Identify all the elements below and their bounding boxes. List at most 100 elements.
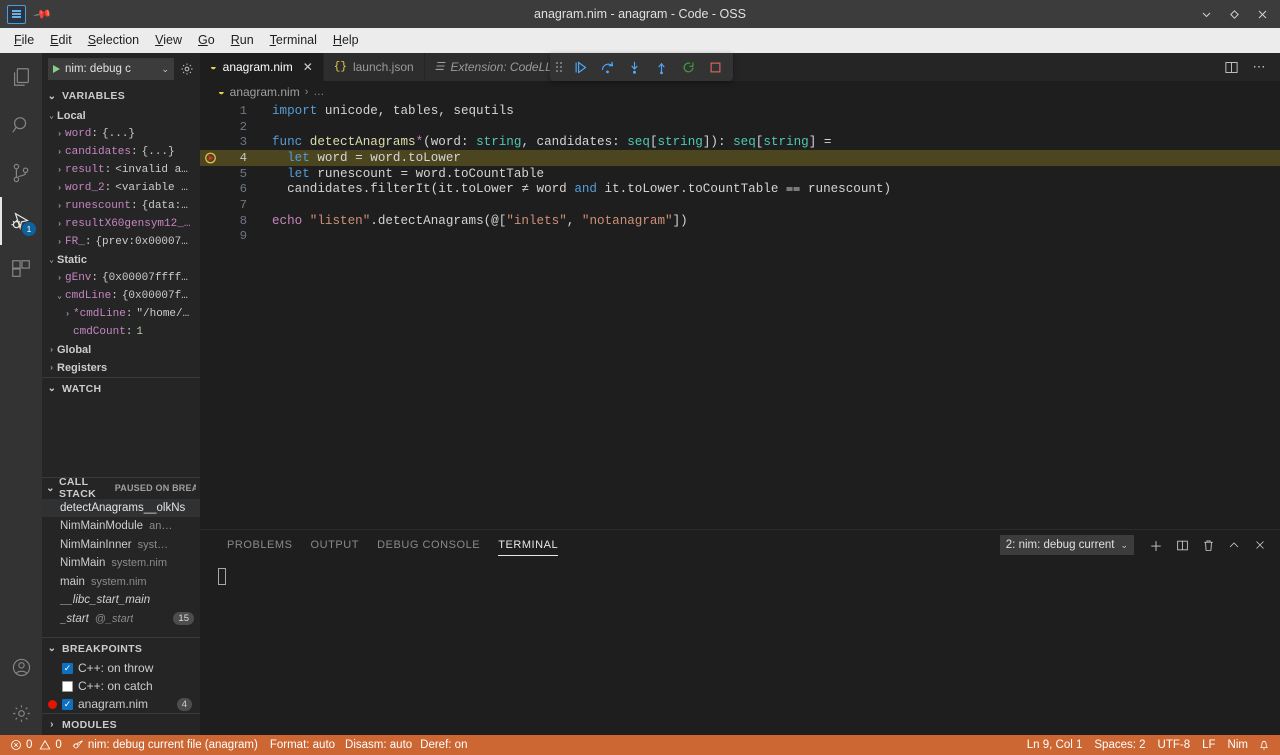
status-deref[interactable]: Deref: on bbox=[416, 735, 471, 755]
line-number-gutter[interactable]: 6 bbox=[200, 182, 262, 196]
grip-icon[interactable] bbox=[554, 62, 567, 72]
callstack-pane-header[interactable]: ⌄ CALL STACK PAUSED ON BREAKPOI bbox=[42, 476, 200, 500]
line-number-gutter[interactable]: 3 bbox=[200, 135, 262, 149]
chevron-right-icon[interactable]: › bbox=[54, 184, 65, 193]
tab-launch-json[interactable]: {} launch.json bbox=[323, 53, 425, 81]
variable-row[interactable]: ⌄ cmdLine: {0x00007f… bbox=[42, 287, 200, 305]
code-line[interactable]: 1 import unicode, tables, sequtils bbox=[200, 103, 1280, 119]
variable-row[interactable]: ⌄ Static bbox=[42, 251, 200, 269]
play-icon[interactable] bbox=[53, 65, 60, 73]
bell-icon[interactable] bbox=[1254, 735, 1274, 755]
status-encoding[interactable]: UTF-8 bbox=[1152, 735, 1197, 755]
step-into-icon[interactable] bbox=[621, 53, 648, 81]
line-number-gutter[interactable]: 2 bbox=[200, 120, 262, 134]
stop-icon[interactable] bbox=[702, 53, 729, 81]
activity-source-control[interactable] bbox=[0, 149, 42, 197]
line-number-gutter[interactable]: 5 bbox=[200, 167, 262, 181]
continue-icon[interactable] bbox=[567, 53, 594, 81]
menu-file[interactable]: File bbox=[6, 30, 42, 52]
code-line[interactable]: 4 let word = word.toLower bbox=[200, 150, 1280, 166]
breakpoint-arrow-icon[interactable] bbox=[205, 152, 216, 164]
menu-run[interactable]: Run bbox=[223, 30, 262, 52]
chevron-down-icon[interactable]: ⌄ bbox=[1120, 540, 1128, 551]
chevron-up-icon[interactable] bbox=[1222, 533, 1246, 557]
menu-terminal[interactable]: Terminal bbox=[262, 30, 325, 52]
chevron-down-icon[interactable]: ⌄ bbox=[161, 64, 169, 75]
chevron-right-icon[interactable]: › bbox=[54, 202, 65, 211]
status-cursor-position[interactable]: Ln 9, Col 1 bbox=[1021, 735, 1089, 755]
variable-row[interactable]: cmdCount:1 bbox=[42, 323, 200, 341]
split-icon[interactable] bbox=[1170, 533, 1194, 557]
chevron-right-icon[interactable]: › bbox=[54, 148, 65, 157]
status-format[interactable]: Format: auto bbox=[264, 735, 341, 755]
minimize-icon[interactable] bbox=[1192, 0, 1220, 28]
line-number-gutter[interactable]: 8 bbox=[200, 214, 262, 228]
chevron-right-icon[interactable]: › bbox=[62, 310, 73, 319]
close-icon[interactable] bbox=[1248, 533, 1272, 557]
callstack-frame[interactable]: __libc_start_main bbox=[42, 591, 200, 610]
trash-icon[interactable] bbox=[1196, 533, 1220, 557]
plus-icon[interactable]: ＋ bbox=[1144, 533, 1168, 557]
chevron-right-icon[interactable]: › bbox=[54, 274, 65, 283]
chevron-down-icon[interactable]: ⌄ bbox=[54, 291, 65, 301]
tab-problems[interactable]: PROBLEMS bbox=[218, 530, 302, 560]
callstack-frame[interactable]: NimMainInner syst… bbox=[42, 536, 200, 555]
status-debug-session[interactable]: nim: debug current file (anagram) bbox=[66, 735, 264, 755]
chevron-down-icon[interactable]: ⌄ bbox=[46, 111, 57, 121]
code-line[interactable]: 7 bbox=[200, 197, 1280, 213]
breadcrumb-tail[interactable]: … bbox=[313, 86, 324, 98]
variable-row[interactable]: › word_2: <variable … bbox=[42, 179, 200, 197]
step-over-icon[interactable] bbox=[594, 53, 621, 81]
split-editor-icon[interactable] bbox=[1218, 53, 1244, 81]
close-icon[interactable] bbox=[1248, 0, 1276, 28]
variable-row[interactable]: › *cmdLine: "/home/… bbox=[42, 305, 200, 323]
breakpoint-row[interactable]: C++: on catch bbox=[42, 677, 200, 695]
line-number-gutter[interactable]: 4 bbox=[200, 151, 262, 165]
breakpoint-row[interactable]: C++: on throw bbox=[42, 659, 200, 677]
callstack-frame[interactable]: NimMainModule an… bbox=[42, 517, 200, 536]
code-line[interactable]: 8 echo "listen".detectAnagrams(@["inlets"… bbox=[200, 213, 1280, 229]
tab-terminal[interactable]: TERMINAL bbox=[489, 530, 567, 560]
launch-configuration-select[interactable]: nim: debug c ⌄ bbox=[48, 58, 174, 80]
variable-row[interactable]: ⌄ Local bbox=[42, 107, 200, 125]
menu-help[interactable]: Help bbox=[325, 30, 367, 52]
activity-search[interactable] bbox=[0, 101, 42, 149]
menu-go[interactable]: Go bbox=[190, 30, 223, 52]
debug-settings-gear-icon[interactable] bbox=[180, 62, 194, 76]
breakpoint-checkbox[interactable] bbox=[62, 698, 73, 710]
activity-run-and-debug[interactable]: 1 bbox=[0, 197, 42, 245]
menu-view[interactable]: View bbox=[147, 30, 190, 52]
menu-selection[interactable]: Selection bbox=[80, 30, 147, 52]
breakpoint-checkbox[interactable] bbox=[62, 680, 73, 692]
variable-row[interactable]: › runescount: {data:… bbox=[42, 197, 200, 215]
pin-icon[interactable]: 📌 bbox=[32, 4, 52, 24]
code-line[interactable]: 3 func detectAnagrams*(word: string, cand… bbox=[200, 134, 1280, 150]
breadcrumb-file[interactable]: anagram.nim bbox=[230, 85, 300, 99]
chevron-right-icon[interactable]: › bbox=[54, 166, 65, 175]
variable-row[interactable]: › resultX60gensym12_… bbox=[42, 215, 200, 233]
variable-row[interactable]: › FR_: {prev:0x00007… bbox=[42, 233, 200, 251]
tab-debug-console[interactable]: DEBUG CONSOLE bbox=[368, 530, 489, 560]
status-eol[interactable]: LF bbox=[1196, 735, 1221, 755]
line-number-gutter[interactable]: 9 bbox=[200, 229, 262, 243]
chevron-right-icon[interactable]: › bbox=[54, 220, 65, 229]
callstack-frame[interactable]: _start @_start 15 bbox=[42, 610, 200, 629]
chevron-down-icon[interactable]: ⌄ bbox=[46, 255, 57, 265]
restart-icon[interactable] bbox=[675, 53, 702, 81]
variable-row[interactable]: › Registers bbox=[42, 359, 200, 377]
step-out-icon[interactable] bbox=[648, 53, 675, 81]
watch-pane-header[interactable]: ⌄ WATCH bbox=[42, 377, 200, 399]
callstack-frame[interactable]: detectAnagrams__olkNs bbox=[42, 498, 200, 517]
ellipsis-icon[interactable]: ⋯ bbox=[1246, 53, 1272, 81]
chevron-right-icon[interactable]: › bbox=[54, 238, 65, 247]
status-disasm[interactable]: Disasm: auto bbox=[341, 735, 416, 755]
line-number-gutter[interactable]: 7 bbox=[200, 198, 262, 212]
status-indentation[interactable]: Spaces: 2 bbox=[1088, 735, 1151, 755]
callstack-frame[interactable]: NimMain system.nim bbox=[42, 554, 200, 573]
code-line[interactable]: 5 let runescount = word.toCountTable bbox=[200, 166, 1280, 182]
code-line[interactable]: 2 bbox=[200, 119, 1280, 135]
status-language-mode[interactable]: Nim bbox=[1222, 735, 1254, 755]
diamond-restore-icon[interactable] bbox=[1220, 0, 1248, 28]
variable-row[interactable]: › candidates: {...} bbox=[42, 143, 200, 161]
menu-edit[interactable]: Edit bbox=[42, 30, 80, 52]
